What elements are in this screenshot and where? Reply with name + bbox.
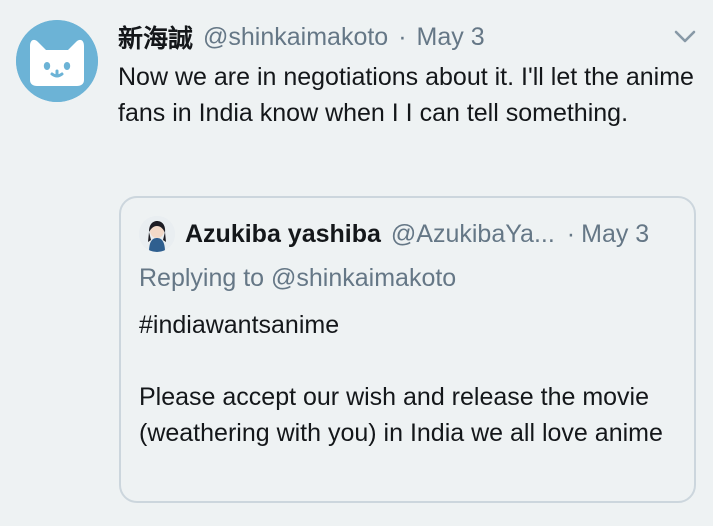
tweet-date[interactable]: May 3 [417, 23, 485, 52]
quoted-tweet[interactable]: Azukiba yashiba @AzukibaYa... · May 3 Re… [119, 196, 696, 503]
quoted-user-handle[interactable]: @AzukibaYa... [391, 220, 555, 249]
quoted-tweet-date[interactable]: May 3 [581, 220, 649, 249]
replying-to-label: Replying to @shinkaimakoto [139, 264, 457, 292]
display-name[interactable]: 新海誠 [118, 19, 193, 55]
user-handle[interactable]: @shinkaimakoto [203, 23, 388, 52]
tweet-text: Now we are in negotiations about it. I'l… [118, 63, 694, 127]
separator: · [398, 22, 407, 51]
quoted-tweet-header: Azukiba yashiba @AzukibaYa... · May 3 [139, 216, 679, 252]
tweet[interactable]: 新海誠 @shinkaimakoto · May 3 Now we are in… [0, 0, 713, 526]
chevron-down-icon[interactable] [673, 26, 697, 46]
quoted-tweet-body: #indiawantsanime Please accept our wish … [139, 307, 679, 451]
hashtag[interactable]: #indiawantsanime [139, 307, 679, 343]
quoted-separator: · [566, 219, 576, 248]
quoted-display-name[interactable]: Azukiba yashiba [185, 220, 381, 249]
quoted-tweet-text: Please accept our wish and release the m… [139, 383, 663, 447]
cat-face-icon[interactable] [16, 20, 98, 102]
tweet-header: 新海誠 @shinkaimakoto · May 3 [118, 20, 485, 54]
user-avatar-icon[interactable] [139, 216, 175, 252]
